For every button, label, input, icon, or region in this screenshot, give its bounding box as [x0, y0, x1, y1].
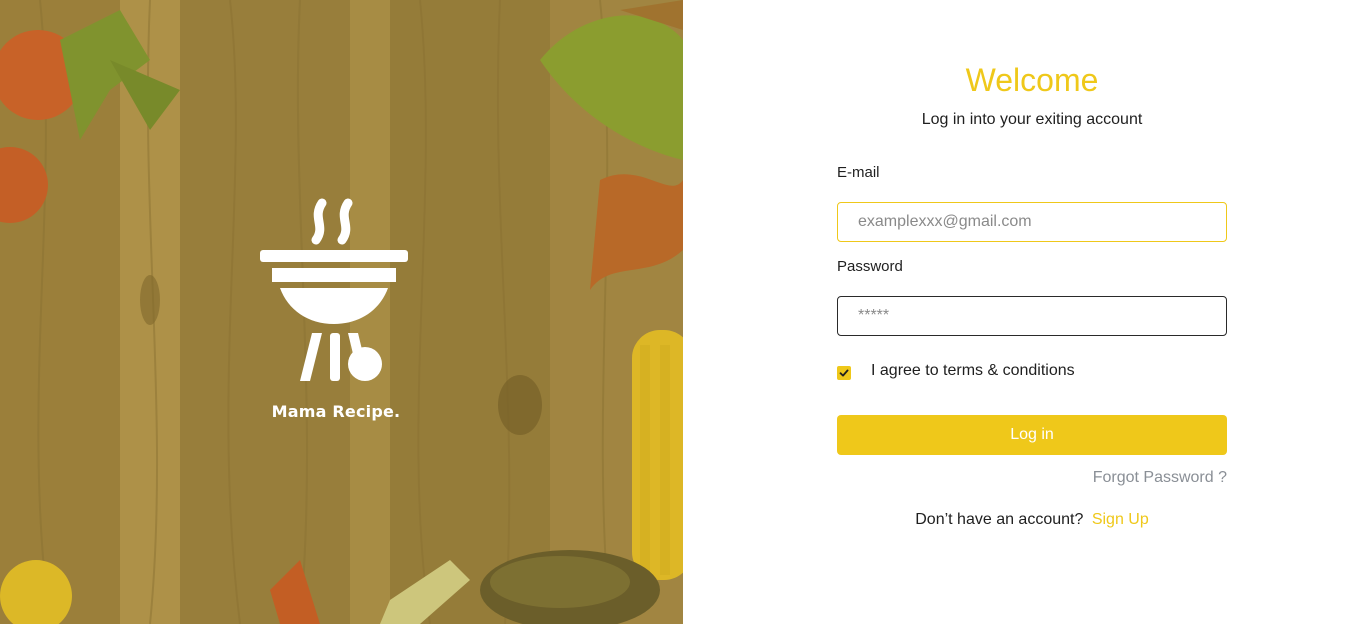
brand-name: Mama Recipe.	[271, 402, 401, 421]
hero-panel: Mama Recipe.	[0, 0, 683, 624]
login-form-panel: Welcome Log in into your exiting account…	[683, 0, 1351, 624]
signup-row: Don’t have an account? Sign Up	[683, 511, 1351, 529]
page-subtitle: Log in into your exiting account	[921, 111, 1143, 128]
email-label: E-mail	[837, 164, 880, 181]
password-label: Password	[837, 258, 903, 275]
signup-link[interactable]: Sign Up	[1092, 511, 1149, 528]
forgot-password-link[interactable]: Forgot Password ?	[1093, 469, 1227, 487]
terms-label: I agree to terms & conditions	[871, 362, 1075, 379]
brand-logo	[260, 198, 410, 393]
login-button[interactable]: Log in	[837, 415, 1227, 455]
terms-row: I agree to terms & conditions	[837, 362, 1075, 380]
password-field[interactable]	[837, 296, 1227, 336]
page-title: Welcome	[965, 62, 1099, 98]
login-page: Mama Recipe. Welcome Log in into your ex…	[0, 0, 1351, 624]
signup-prompt: Don’t have an account?	[915, 511, 1084, 528]
checkmark-icon	[839, 369, 849, 377]
email-field[interactable]	[837, 202, 1227, 242]
terms-checkbox[interactable]	[837, 366, 851, 380]
grill-icon	[260, 198, 408, 381]
